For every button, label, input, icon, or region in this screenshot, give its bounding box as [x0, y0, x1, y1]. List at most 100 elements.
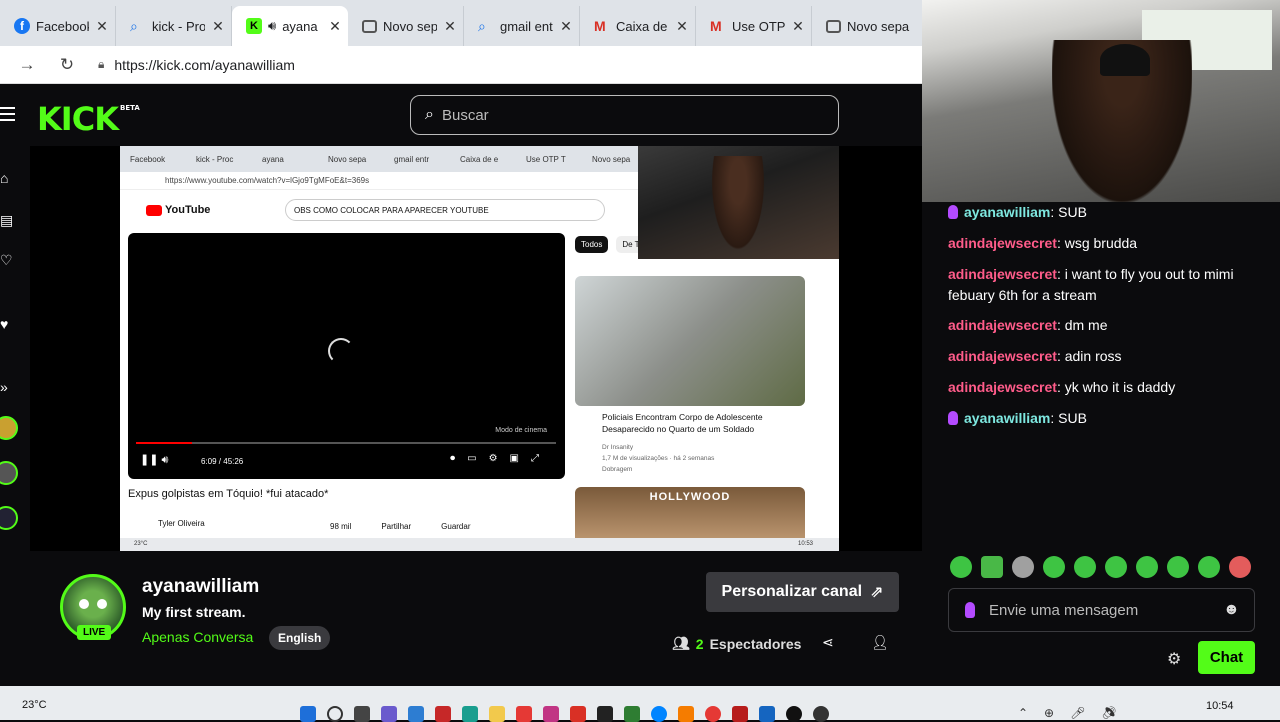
- customize-label: Personalizar canal: [721, 583, 863, 600]
- search-box[interactable]: ⌕: [410, 95, 839, 135]
- video-title: Expus golpistas em Tóquio! *fui atacado*: [128, 488, 329, 500]
- captured-tab: Caixa de e: [460, 154, 499, 164]
- chat-username[interactable]: adindajewsecret: [948, 317, 1057, 333]
- chat-text: yk who it is daddy: [1064, 379, 1176, 395]
- broadcaster-badge-icon: [948, 205, 958, 219]
- video-channel: Tyler Oliveira: [158, 519, 205, 528]
- browse-icon[interactable]: ▤: [0, 212, 14, 228]
- chat-username[interactable]: adindajewsecret: [948, 348, 1057, 364]
- language-tag[interactable]: English: [269, 626, 331, 650]
- customize-channel-button[interactable]: Personalizar canal ⇗: [706, 572, 899, 612]
- close-icon[interactable]: ✕: [211, 18, 225, 35]
- channel-name[interactable]: ayanawilliam: [142, 576, 259, 598]
- chat-username[interactable]: ayanawilliam: [964, 410, 1050, 426]
- share-label: Partilhar: [381, 522, 412, 531]
- speaker-icon[interactable]: 🔊︎: [268, 18, 276, 34]
- chat-username[interactable]: adindajewsecret: [948, 379, 1057, 395]
- chat-username[interactable]: ayanawilliam: [964, 204, 1050, 220]
- youtube-search: OBS COMO COLOCAR PARA APARECER YOUTUBE: [285, 199, 605, 221]
- viewers-label: Espectadores: [709, 635, 802, 652]
- emote-icon[interactable]: [1105, 556, 1127, 578]
- home-icon[interactable]: ⌂: [0, 170, 14, 186]
- chat-message: ayanawilliam: SUB: [948, 408, 1258, 429]
- chat-username[interactable]: adindajewsecret: [948, 266, 1057, 282]
- captured-temp: 23°C: [134, 541, 148, 547]
- chat-text: SUB: [1058, 410, 1087, 426]
- tab-title: kick - Proc: [152, 18, 205, 34]
- forward-icon[interactable]: →: [14, 55, 40, 75]
- emote-icon[interactable]: [981, 556, 1003, 578]
- tab-title: Novo sepa: [383, 18, 437, 34]
- close-icon[interactable]: ✕: [675, 18, 689, 35]
- avatar-eye: [79, 599, 89, 609]
- close-icon[interactable]: ✕: [791, 18, 805, 35]
- followed-channel-avatar[interactable]: [0, 506, 18, 530]
- tab-novo-sep-1[interactable]: Novo sepa ✕: [348, 6, 464, 46]
- player-time: 6:09 / 45:26: [201, 457, 244, 466]
- gear-icon[interactable]: ⚙: [1167, 649, 1181, 669]
- chat-input-box[interactable]: ☻: [948, 588, 1255, 632]
- emote-icon[interactable]: [1012, 556, 1034, 578]
- url-field[interactable]: https://kick.com/ayanawilliam: [114, 57, 295, 73]
- followed-channel-avatar[interactable]: [0, 461, 18, 485]
- notebook-icon: [362, 19, 377, 33]
- tab-gmail-inbox[interactable]: M Caixa de e ✕: [580, 6, 696, 46]
- close-icon[interactable]: ✕: [559, 18, 573, 35]
- kick-logo[interactable]: KICK BETA: [37, 100, 140, 138]
- close-icon[interactable]: ✕: [328, 18, 342, 35]
- tab-ayanawilliam[interactable]: K 🔊︎ ayana ✕: [232, 6, 348, 46]
- follow-user-icon[interactable]: 👤︎: [871, 634, 889, 651]
- emote-icon[interactable]: [950, 556, 972, 578]
- chat-message: adindajewsecret: dm me: [948, 317, 1108, 333]
- chat-message: adindajewsecret: i want to fly you out t…: [948, 266, 1234, 303]
- emote-icon[interactable]: [1043, 556, 1065, 578]
- favorite-icon[interactable]: ♥: [0, 316, 14, 332]
- recommended-title: Policiais Encontram Corpo de Adolescente…: [602, 412, 763, 434]
- youtube-player: Modo de cinema ❚❚ 🔊︎ 6:09 / 45:26 ⏺▭⚙▣⤢: [128, 233, 565, 479]
- stream-category[interactable]: Apenas Conversa: [142, 629, 253, 645]
- followed-channel-avatar[interactable]: [0, 416, 18, 440]
- emote-icon[interactable]: [1136, 556, 1158, 578]
- emoji-icon[interactable]: ☻: [1223, 601, 1240, 619]
- clock[interactable]: 10:54: [1206, 700, 1234, 712]
- following-icon[interactable]: ♡: [0, 252, 14, 268]
- weather-widget[interactable]: 23°C: [22, 699, 47, 711]
- reload-icon[interactable]: ↻: [54, 55, 80, 75]
- tab-title: gmail entr: [500, 18, 553, 34]
- like-count: 98 mil: [330, 522, 352, 531]
- captured-tab: kick - Proc: [196, 154, 234, 164]
- emote-icon[interactable]: [1074, 556, 1096, 578]
- emote-icon[interactable]: [1229, 556, 1251, 578]
- chat-message: adindajewsecret: adin ross: [948, 348, 1122, 364]
- site-info-icon[interactable]: 🔒︎: [98, 57, 104, 72]
- chat-input[interactable]: [989, 601, 1209, 619]
- search-icon: ⌕: [130, 18, 138, 34]
- chat-message: adindajewsecret: yk who it is daddy: [948, 379, 1176, 395]
- menu-icon[interactable]: [0, 107, 16, 123]
- tab-gmail-search[interactable]: ⌕ gmail entr ✕: [464, 6, 580, 46]
- search-input[interactable]: [441, 106, 802, 124]
- share-icon[interactable]: ⋖: [822, 634, 834, 651]
- recommended-views: 1,7 M de visualizações · há 2 semanas: [602, 455, 715, 462]
- tab-title: Facebook: [36, 18, 89, 34]
- chat-username[interactable]: adindajewsecret: [948, 235, 1057, 251]
- emote-icon[interactable]: [1167, 556, 1189, 578]
- pause-icon: ❚❚ 🔊︎: [140, 454, 169, 466]
- youtube-logo: YouTube: [146, 204, 210, 216]
- tab-gmail-otp[interactable]: M Use OTP T ✕: [696, 6, 812, 46]
- close-icon[interactable]: ✕: [443, 18, 457, 35]
- collapse-icon[interactable]: »: [0, 379, 14, 395]
- broadcaster-badge-icon: [948, 411, 958, 425]
- logo-text: KICK: [37, 100, 119, 138]
- tab-kick-search[interactable]: ⌕ kick - Proc ✕: [116, 6, 232, 46]
- emote-icon[interactable]: [1198, 556, 1220, 578]
- loading-spinner-icon: [328, 338, 354, 364]
- tab-facebook[interactable]: f Facebook ✕: [0, 6, 116, 46]
- close-icon[interactable]: ✕: [95, 18, 109, 35]
- avatar-eye: [97, 599, 107, 609]
- chat-text: wsg brudda: [1064, 235, 1138, 251]
- system-tray-icons[interactable]: ⌃⊕🎤︎🔊︎: [1018, 706, 1133, 720]
- tab-novo-sep-2[interactable]: Novo sepa: [812, 6, 922, 46]
- captured-taskbar: 23°C 10:53: [120, 538, 839, 551]
- send-chat-button[interactable]: Chat: [1198, 641, 1255, 674]
